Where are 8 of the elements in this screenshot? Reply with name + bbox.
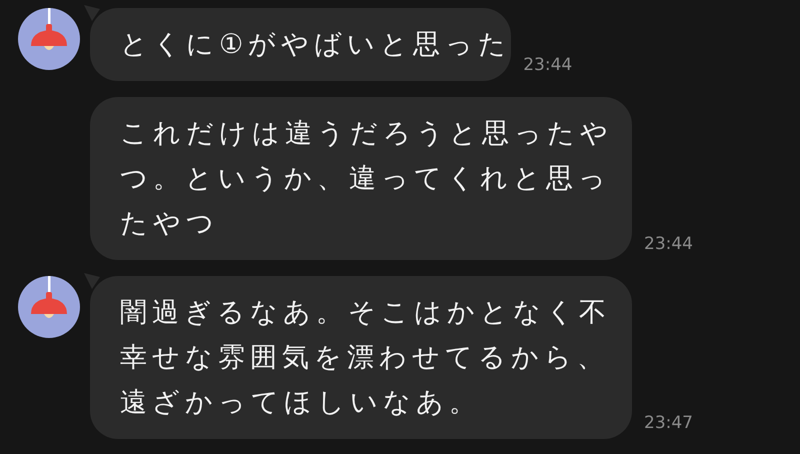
message-time: 23:44 [644, 234, 693, 254]
avatar-icon[interactable] [18, 8, 80, 70]
message-text: これだけは違うだろうと思ったやつ。というか、違ってくれと思ったやつ [120, 118, 613, 239]
message-text: 闇過ぎるなあ。そこはかとなく不幸せな雰囲気を漂わせてるから、遠ざかってほしいなあ。 [120, 297, 611, 418]
message-text: とくに①がやばいと思った [120, 29, 512, 60]
message-time: 23:44 [523, 55, 572, 75]
message-time: 23:47 [644, 413, 693, 433]
avatar-icon[interactable] [18, 276, 80, 338]
